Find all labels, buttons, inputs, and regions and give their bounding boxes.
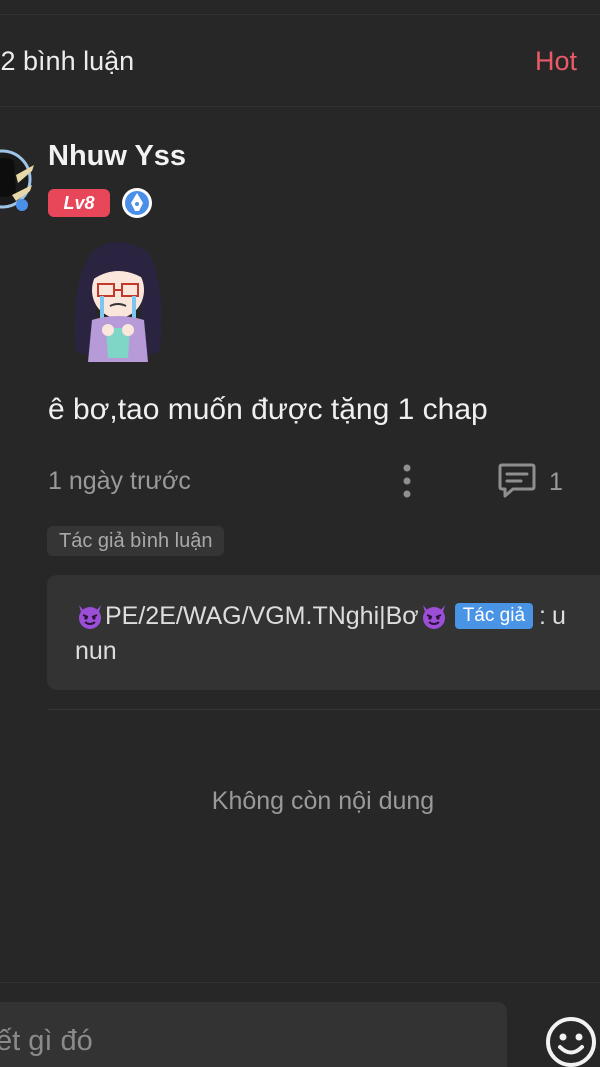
author-reply-tag: Tác giả bình luận xyxy=(47,526,225,556)
reply-line: PE/2E/WAG/VGM.TNghi|Bơ Tác giả : u xyxy=(75,601,566,631)
reply-comment-icon[interactable] xyxy=(497,461,537,499)
top-divider xyxy=(0,14,600,15)
author-reply-box[interactable]: PE/2E/WAG/VGM.TNghi|Bơ Tác giả : u nun xyxy=(47,575,600,690)
comment-divider xyxy=(47,709,600,710)
devil-emoji-icon xyxy=(75,601,105,631)
no-more-content-label: Không còn nội dung xyxy=(211,787,435,815)
sort-hot-button[interactable]: Hot xyxy=(535,46,577,77)
level-badge: Lv8 xyxy=(48,189,110,217)
reply-colon: : xyxy=(539,601,546,630)
devil-emoji-icon xyxy=(419,601,449,631)
author-badge: Tác giả xyxy=(454,603,534,629)
reply-author-name[interactable]: PE/2E/WAG/VGM.TNghi|Bơ xyxy=(105,602,419,631)
header-divider xyxy=(0,106,600,107)
emoji-smile-icon[interactable] xyxy=(544,1015,598,1067)
comment-text: ê bơ,tao muốn được tặng 1 chap xyxy=(48,393,488,426)
comment-input-placeholder: ết gì đó xyxy=(0,1025,93,1057)
reply-count[interactable]: 1 xyxy=(549,468,563,497)
reply-text-end: nun xyxy=(75,637,117,665)
crying-girl-sticker xyxy=(62,232,174,368)
comments-header: g 2 bình luận Hot xyxy=(0,40,600,86)
reply-text-start: u xyxy=(551,601,566,630)
pen-badge-icon xyxy=(121,187,153,219)
bottom-divider xyxy=(0,982,600,983)
more-vertical-icon[interactable] xyxy=(398,462,416,500)
comment-count-title: g 2 bình luận xyxy=(0,46,135,76)
comment-timestamp: 1 ngày trước xyxy=(48,467,191,495)
avatar[interactable] xyxy=(0,135,36,223)
comments-screen: g 2 bình luận Hot Nhuw Yss Lv8 xyxy=(0,0,600,1067)
username[interactable]: Nhuw Yss xyxy=(48,140,186,173)
